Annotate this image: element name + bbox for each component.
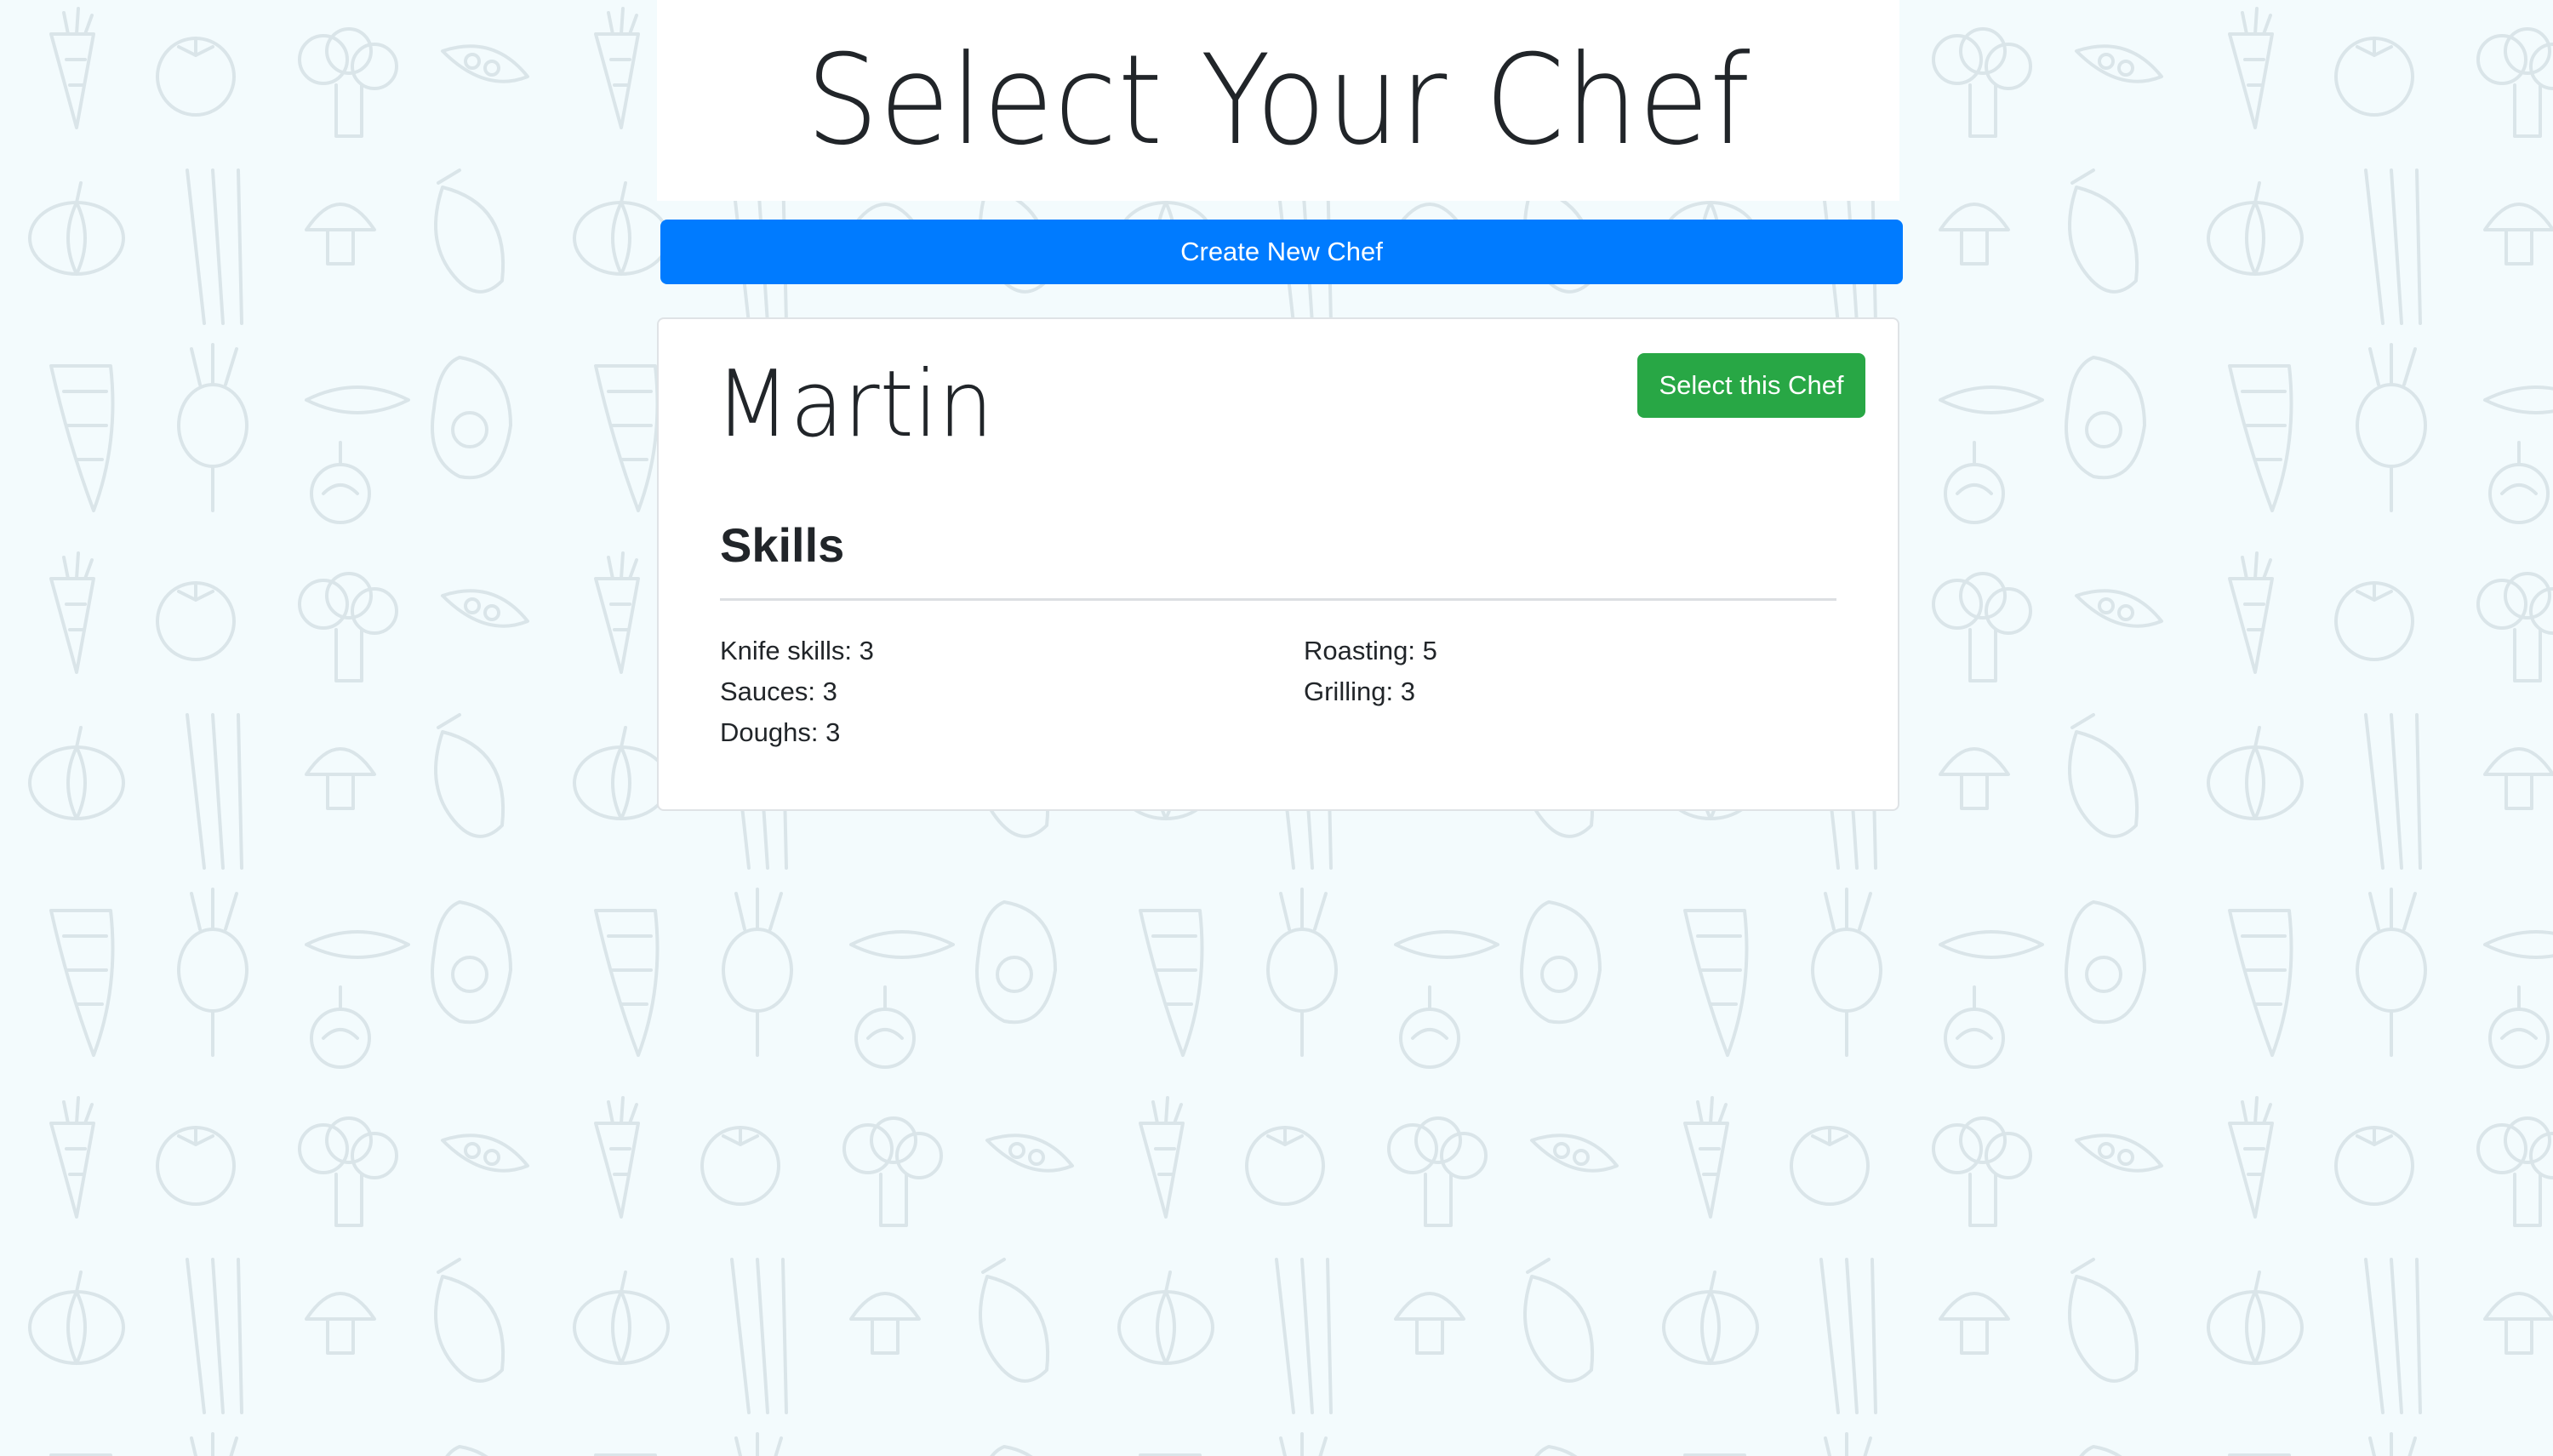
skills-divider <box>720 598 1836 601</box>
page-header: Select Your Chef <box>657 0 1899 201</box>
chef-name: Martin <box>715 351 994 458</box>
select-chef-button[interactable]: Select this Chef <box>1637 353 1865 418</box>
create-new-chef-button[interactable]: Create New Chef <box>660 220 1903 284</box>
skills-heading: Skills <box>720 518 845 572</box>
skill-knife-skills: Knife skills: 3 <box>720 636 874 665</box>
skills-list: Knife skills: 3 Sauces: 3 Doughs: 3 Roas… <box>720 631 1894 753</box>
chef-name-wrapper: Martin <box>715 351 1008 458</box>
main-container: Select Your Chef Create New Chef Martin … <box>657 0 1903 811</box>
skill-roasting: Roasting: 5 <box>1304 636 1437 665</box>
chef-card: Martin Select this Chef Skills Knife ski… <box>657 317 1899 811</box>
page-title: Select Your Chef <box>805 28 1751 173</box>
skill-grilling: Grilling: 3 <box>1304 677 1415 706</box>
skill-doughs: Doughs: 3 <box>720 717 841 747</box>
skill-sauces: Sauces: 3 <box>720 677 837 706</box>
